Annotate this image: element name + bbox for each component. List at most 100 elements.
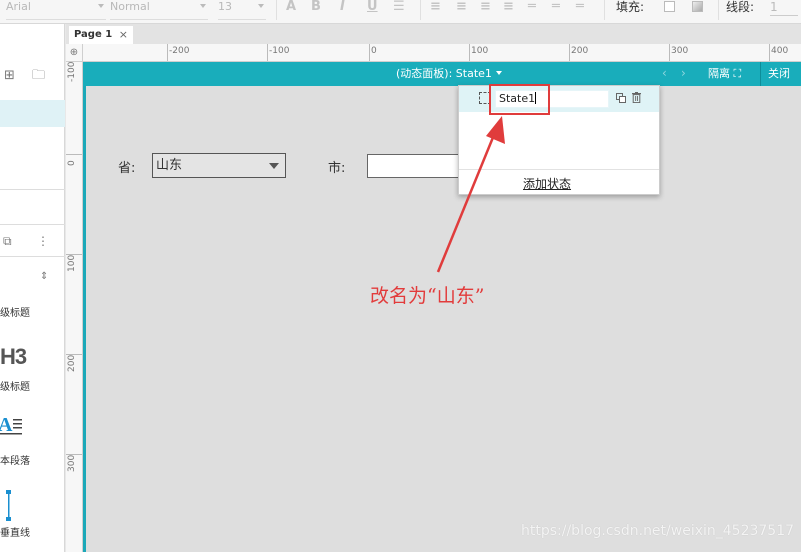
state-dropdown-label: (动态面板): State1 [396,67,492,80]
panel-divider [0,189,65,190]
paragraph-icon[interactable]: A [0,414,22,438]
tab-label: Page 1 [74,29,113,40]
annotation-text: 改名为“山东” [370,285,485,307]
font-size-value: 13 [218,0,232,13]
line-label: 线段: [726,0,755,14]
fill-gradient-swatch[interactable] [692,1,703,12]
panel-divider [0,224,65,225]
province-select-value: 山东 [156,158,183,173]
align-right-icon[interactable]: ≡ [480,0,491,16]
valign-top-icon[interactable]: ═ [528,0,536,16]
page-tree-selected-item[interactable] [0,100,65,127]
delete-icon[interactable] [632,92,641,103]
toolbar-divider [718,0,719,20]
ruler-tick [66,354,82,355]
library-icon[interactable]: ⧉ [3,235,12,247]
more-options-icon[interactable]: ⋮ [37,235,49,247]
widget-heading2-label[interactable]: 级标题 [0,304,30,319]
close-panel-button[interactable]: 关闭 [768,67,790,81]
ruler-label: -100 [67,61,77,82]
ruler-label: 100 [67,254,77,272]
ruler-tick [66,154,82,155]
next-state-icon[interactable]: › [681,66,686,80]
watermark: https://blog.csdn.net/weixin_45237517 [521,523,795,539]
bullet-list-icon[interactable]: ☰ [393,0,405,16]
add-state-link[interactable]: 添加状态 [523,175,571,192]
chevron-down-icon [200,4,206,8]
ruler-tick [469,44,470,61]
valign-middle-icon[interactable]: ═ [552,0,560,16]
isolate-label: 隔离 [708,67,730,80]
widget-h3-icon[interactable]: H3 [0,344,27,370]
state-dropdown[interactable]: (动态面板): State1 [396,67,502,81]
ruler-tick [569,44,570,61]
page-tab-bar: Page 1 × [66,24,801,44]
ruler-label: 400 [771,46,789,56]
ruler-label: 200 [571,46,589,56]
widget-vertical-line-label[interactable]: 垂直线 [0,524,30,539]
ruler-tick [369,44,370,61]
fill-color-swatch[interactable] [664,1,675,12]
ruler-label: 0 [371,46,377,56]
font-style-value: Normal [110,0,150,13]
spinner-icon[interactable]: ⇕ [40,271,48,283]
chevron-down-icon [269,163,279,169]
add-page-icon[interactable]: ⊞ [4,69,15,82]
valign-bottom-icon[interactable]: ═ [576,0,584,16]
bold-icon[interactable]: B [311,0,321,16]
panel-divider [0,256,65,257]
duplicate-icon[interactable] [616,93,626,103]
province-label: 省: [118,161,136,176]
bar-divider [760,62,761,86]
toolbar-divider [420,0,421,20]
vertical-line-icon[interactable] [6,490,12,522]
chevron-down-icon [258,4,264,8]
italic-icon[interactable]: I [340,0,345,16]
horizontal-ruler: -200 -100 0 100 200 300 400 [83,44,801,62]
ruler-tick [66,254,82,255]
font-family-select[interactable]: Arial [6,0,106,20]
ruler-label: 100 [471,46,489,56]
ruler-tick [167,44,168,61]
font-color-icon[interactable]: A [286,0,296,16]
font-style-select[interactable]: Normal [110,0,208,20]
ruler-label: 0 [67,160,77,166]
font-family-value: Arial [6,0,31,13]
justify-icon[interactable]: ≡ [503,0,514,16]
chevron-down-icon [98,4,104,8]
tab-page-1[interactable]: Page 1 × [69,26,133,44]
ruler-label: -200 [169,46,190,56]
align-center-icon[interactable]: ≡ [456,0,467,16]
left-sidebar: ⊞ 🗀 ⧉ ⋮ ⇕ 级标题 H3 级标题 A 本段落 垂直线 [0,24,65,552]
widget-paragraph-label[interactable]: 本段落 [0,452,30,467]
ruler-tick [66,454,82,455]
folder-icon[interactable]: 🗀 [32,69,45,82]
ruler-label: 300 [671,46,689,56]
ruler-tick [267,44,268,61]
ruler-origin-icon[interactable]: ⊕ [66,44,83,62]
ruler-label: 200 [67,354,77,372]
format-toolbar: Arial Normal 13 A B I U ☰ ≡ ≡ ≡ ≡ ═ ═ ═ … [0,0,801,24]
ruler-tick [769,44,770,61]
toolbar-divider [276,0,277,20]
toolbar-divider [604,0,605,20]
underline-icon[interactable]: U [367,0,378,16]
prev-state-icon[interactable]: ‹ [662,66,667,80]
font-size-select[interactable]: 13 [218,0,266,20]
ruler-label: -100 [269,46,290,56]
city-label: 市: [328,161,346,176]
vertical-ruler: -100 0 100 200 300 [66,62,83,552]
ruler-label: 300 [67,454,77,472]
ruler-tick [669,44,670,61]
svg-text:A: A [0,414,13,436]
isolate-button[interactable]: 隔离 ⛶ [708,67,741,81]
annotation-arrow-icon [436,116,505,273]
chevron-down-icon [495,71,502,75]
line-width-input[interactable]: 1 [770,0,798,16]
align-left-icon[interactable]: ≡ [430,0,441,16]
widget-heading3-label[interactable]: 级标题 [0,378,30,393]
isolate-icon: ⛶ [733,67,742,80]
close-icon[interactable]: × [119,26,128,44]
province-select[interactable]: 山东 [152,153,286,178]
dynamic-panel-bar: (动态面板): State1 ‹ › 隔离 ⛶ 关闭 [83,62,801,86]
